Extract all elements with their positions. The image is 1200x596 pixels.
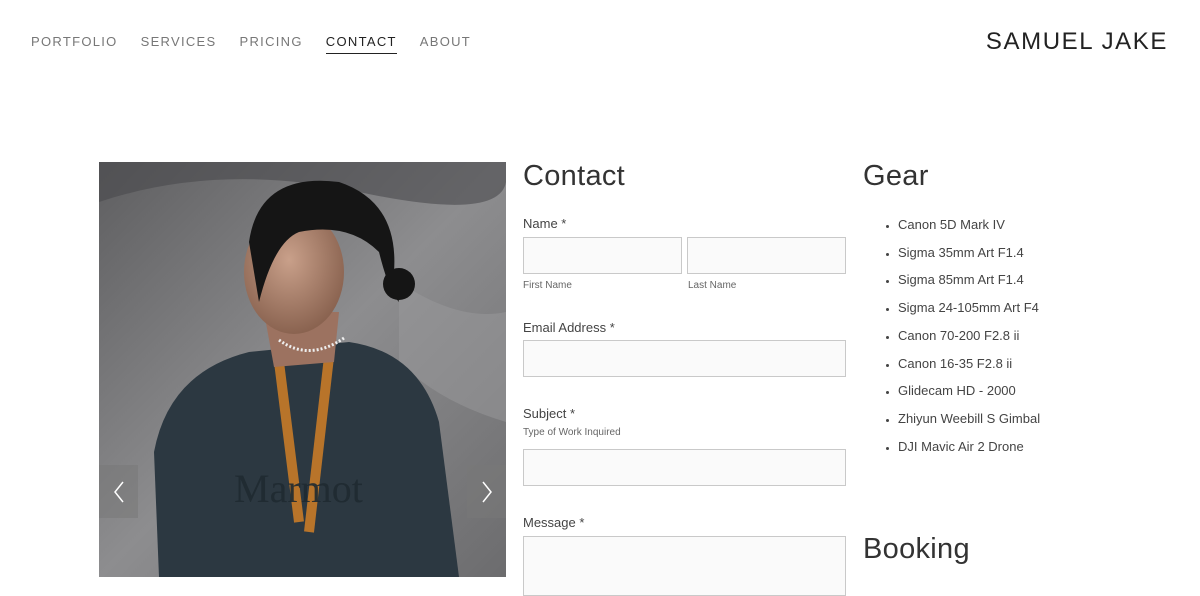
gear-item: Canon 16-35 F2.8 ii (898, 350, 1163, 378)
contact-heading: Contact (523, 160, 626, 192)
main-nav: PORTFOLIO SERVICES PRICING CONTACT ABOUT (31, 34, 494, 54)
gear-item: Zhiyun Weebill S Gimbal (898, 405, 1163, 433)
first-name-field[interactable] (523, 237, 682, 274)
site-logo[interactable]: SAMUEL JAKE (986, 28, 1168, 56)
booking-heading: Booking (863, 533, 970, 565)
message-label: Message * (523, 515, 585, 530)
gear-item: DJI Mavic Air 2 Drone (898, 433, 1163, 461)
name-label: Name * (523, 216, 567, 231)
portrait-slideshow: Marmot (99, 162, 506, 577)
gear-item: Sigma 85mm Art F1.4 (898, 266, 1163, 294)
nav-item-portfolio[interactable]: PORTFOLIO (31, 34, 118, 54)
subject-label: Subject * (523, 406, 576, 421)
email-field[interactable] (523, 340, 846, 377)
nav-item-about[interactable]: ABOUT (420, 34, 471, 54)
subject-hint: Type of Work Inquired (523, 427, 621, 438)
email-label: Email Address * (523, 320, 615, 335)
gear-item: Glidecam HD - 2000 (898, 377, 1163, 405)
first-name-caption: First Name (523, 280, 572, 291)
gear-heading: Gear (863, 160, 929, 192)
chevron-left-icon (113, 481, 124, 502)
subject-field[interactable] (523, 449, 846, 486)
portrait-photo: Marmot (99, 162, 506, 577)
nav-item-pricing[interactable]: PRICING (240, 34, 303, 54)
gear-item: Canon 5D Mark IV (898, 211, 1163, 239)
slideshow-prev-button[interactable] (99, 465, 138, 518)
svg-text:Marmot: Marmot (234, 466, 363, 511)
chevron-right-icon (481, 481, 492, 502)
gear-item: Sigma 24-105mm Art F4 (898, 294, 1163, 322)
nav-item-services[interactable]: SERVICES (141, 34, 217, 54)
gear-item: Sigma 35mm Art F1.4 (898, 239, 1163, 267)
gear-section: Gear Canon 5D Mark IV Sigma 35mm Art F1.… (863, 160, 1163, 460)
gear-item: Canon 70-200 F2.8 ii (898, 322, 1163, 350)
gear-list: Canon 5D Mark IV Sigma 35mm Art F1.4 Sig… (863, 211, 1163, 460)
slideshow-next-button[interactable] (467, 465, 506, 518)
nav-item-contact[interactable]: CONTACT (325, 34, 397, 54)
contact-form: Contact Name * First Name Last Name Emai… (523, 160, 846, 596)
last-name-caption: Last Name (688, 280, 737, 291)
last-name-field[interactable] (687, 237, 846, 274)
message-field[interactable] (523, 536, 846, 596)
